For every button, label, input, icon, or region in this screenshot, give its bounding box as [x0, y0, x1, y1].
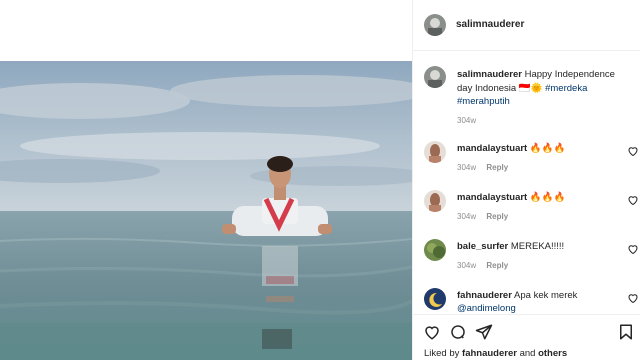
post-header: salimnauderer [413, 0, 640, 51]
comment-body: 🔥🔥🔥 [529, 192, 566, 203]
reply-button[interactable]: Reply [486, 212, 508, 221]
post-media-area [0, 0, 412, 360]
likes-user[interactable]: fahnauderer [462, 348, 517, 359]
caption-age: 304w [457, 116, 477, 125]
reply-button[interactable]: Reply [486, 261, 508, 270]
avatar[interactable] [424, 141, 446, 163]
comment-username[interactable]: bale_surfer [457, 241, 508, 252]
comment-username[interactable]: fahnauderer [457, 290, 512, 301]
hashtag-link[interactable]: #merahputih [457, 96, 510, 107]
comment-text: mandalaystuart 🔥🔥🔥 [457, 143, 565, 154]
hashtag-link[interactable]: #merdeka [545, 83, 587, 94]
post-photo[interactable] [0, 61, 412, 360]
post-actions: Liked by fahnauderer and others [413, 314, 640, 361]
heart-icon[interactable] [423, 323, 441, 341]
caption-username[interactable]: salimnauderer [457, 69, 522, 80]
comment-icon[interactable] [449, 323, 467, 341]
comment-meta: 304w Reply [457, 163, 508, 172]
comment-body: Apa kek merek [514, 290, 578, 301]
heart-icon[interactable] [627, 145, 639, 157]
likes-summary: Liked by fahnauderer and others [424, 348, 567, 359]
likes-others[interactable]: others [538, 348, 567, 359]
likes-prefix: Liked by [424, 348, 460, 359]
avatar[interactable] [424, 66, 446, 88]
comment-username[interactable]: mandalaystuart [457, 192, 527, 203]
bookmark-icon[interactable] [617, 323, 635, 341]
reply-button[interactable]: Reply [486, 163, 508, 172]
comment-text: bale_surfer MEREKA!!!!! [457, 241, 564, 252]
likes-joiner: and [519, 348, 536, 359]
post-sidebar: salimnauderer salimnauderer Happy Indepe… [412, 0, 640, 361]
comment-item: mandalaystuart 🔥🔥🔥 304w Reply [424, 141, 639, 181]
avatar[interactable] [424, 239, 446, 261]
avatar[interactable] [424, 14, 446, 36]
comment-item: mandalaystuart 🔥🔥🔥 304w Reply [424, 190, 639, 230]
avatar[interactable] [424, 190, 446, 212]
heart-icon[interactable] [627, 194, 639, 206]
avatar[interactable] [424, 288, 446, 310]
heart-icon[interactable] [627, 292, 639, 304]
comment-text: fahnauderer Apa kek merek [457, 290, 577, 301]
caption-text: salimnauderer Happy Independence day Ind… [457, 68, 632, 109]
mention-link[interactable]: @andimelong [457, 303, 516, 314]
post-author-username[interactable]: salimnauderer [456, 19, 524, 30]
comment-meta: 304w Reply [457, 261, 508, 270]
comment-meta: @andimelong [457, 303, 516, 314]
comment-age: 304w [457, 163, 477, 172]
comment-meta: 304w Reply [457, 212, 508, 221]
comment-body: MEREKA!!!!! [510, 241, 565, 252]
comment-age: 304w [457, 212, 477, 221]
comment-text: mandalaystuart 🔥🔥🔥 [457, 192, 565, 203]
heart-icon[interactable] [627, 243, 639, 255]
comment-item: bale_surfer MEREKA!!!!! 304w Reply [424, 239, 639, 279]
comment-body: 🔥🔥🔥 [529, 143, 566, 154]
comment-username[interactable]: mandalaystuart [457, 143, 527, 154]
comment-age: 304w [457, 261, 477, 270]
share-icon[interactable] [475, 323, 493, 341]
